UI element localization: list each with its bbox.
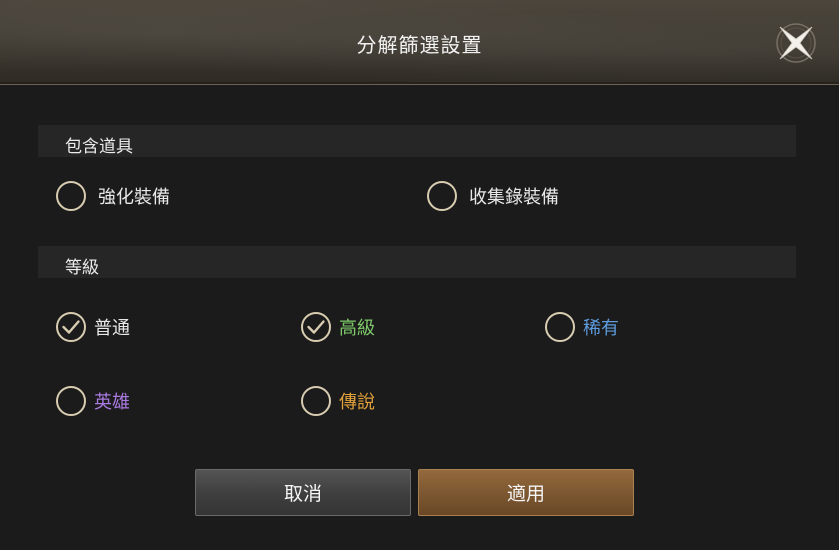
- radio-grade-legend[interactable]: [301, 386, 331, 416]
- option-collection-equipment-label: 收集錄裝備: [469, 187, 559, 208]
- radio-grade-advanced[interactable]: [301, 312, 331, 342]
- option-grade-normal-label: 普通: [94, 318, 130, 339]
- cancel-button-label: 取消: [283, 483, 322, 505]
- radio-collection-equipment[interactable]: [427, 181, 457, 211]
- apply-button-label: 適用: [506, 483, 545, 505]
- option-grade-legend-label: 傳說: [339, 392, 375, 413]
- option-grade-advanced[interactable]: 高級: [301, 310, 375, 344]
- section-grade: 等級: [38, 246, 796, 278]
- filter-dialog: 分解篩選設置 包含道具 強化裝備 收集錄裝備 等級 普通 高級 稀有 英雄 傳說…: [0, 0, 839, 550]
- section-include-items-label: 包含道具: [65, 137, 133, 157]
- close-button[interactable]: [773, 20, 819, 66]
- option-collection-equipment[interactable]: 收集錄裝備: [427, 179, 559, 213]
- dialog-header: 分解篩選設置: [0, 0, 839, 85]
- option-grade-rare-label: 稀有: [583, 318, 619, 339]
- option-grade-advanced-label: 高級: [339, 318, 375, 339]
- radio-grade-normal[interactable]: [56, 312, 86, 342]
- dialog-title: 分解篩選設置: [356, 33, 483, 57]
- radio-grade-rare[interactable]: [545, 312, 575, 342]
- option-grade-normal[interactable]: 普通: [56, 310, 130, 344]
- section-grade-label: 等級: [65, 258, 99, 278]
- option-grade-rare[interactable]: 稀有: [545, 310, 619, 344]
- radio-grade-hero[interactable]: [56, 386, 86, 416]
- check-icon: [62, 320, 80, 334]
- option-grade-hero-label: 英雄: [94, 392, 130, 413]
- radio-enhanced-equipment[interactable]: [56, 181, 86, 211]
- apply-button[interactable]: 適用: [418, 469, 634, 516]
- section-include-items: 包含道具: [38, 125, 796, 157]
- check-icon: [307, 320, 325, 334]
- close-icon: [776, 23, 816, 63]
- option-enhanced-equipment[interactable]: 強化裝備: [56, 179, 170, 213]
- option-enhanced-equipment-label: 強化裝備: [98, 187, 170, 208]
- option-grade-hero[interactable]: 英雄: [56, 384, 130, 418]
- cancel-button[interactable]: 取消: [195, 469, 411, 516]
- option-grade-legend[interactable]: 傳說: [301, 384, 375, 418]
